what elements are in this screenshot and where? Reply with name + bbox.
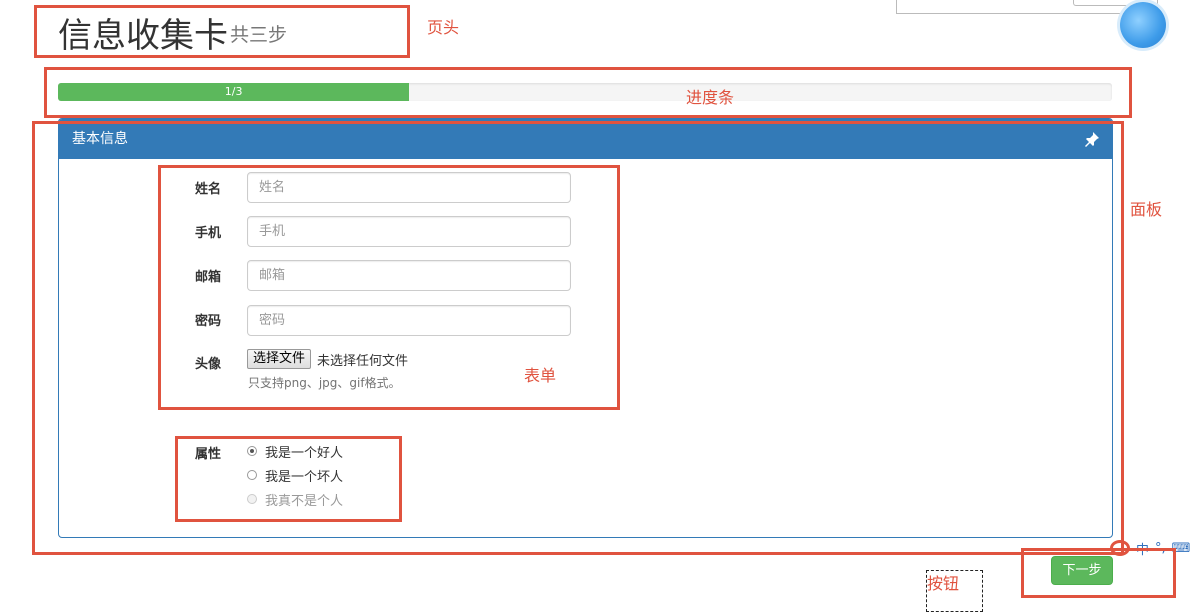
name-input[interactable] bbox=[247, 172, 571, 203]
annotation-label-button: 按钮 bbox=[927, 574, 960, 593]
progress-fill: 1/3 bbox=[58, 83, 410, 101]
page-subtitle: 共三步 bbox=[230, 24, 288, 46]
floating-toolbar bbox=[896, 0, 1158, 14]
radio-option-not-human: 我真不是个人 bbox=[247, 490, 344, 509]
ime-toolbar: 中 °, ⌨ bbox=[1110, 537, 1190, 559]
email-label: 邮箱 bbox=[195, 270, 222, 285]
radio-label: 我是一个好人 bbox=[265, 445, 344, 461]
panel-title: 基本信息 bbox=[72, 131, 128, 147]
ime-logo-icon[interactable] bbox=[1110, 540, 1130, 556]
radio-disabled-icon bbox=[247, 494, 257, 504]
progress-bar: 1/3 bbox=[58, 83, 1112, 101]
annotation-label-panel: 面板 bbox=[1130, 200, 1163, 219]
attribute-label: 属性 bbox=[195, 447, 222, 462]
name-label: 姓名 bbox=[195, 182, 222, 197]
annotation-label-header: 页头 bbox=[427, 18, 460, 37]
floating-toolbar-tab[interactable] bbox=[1073, 0, 1137, 6]
file-status: 未选择任何文件 bbox=[317, 354, 409, 369]
annotation-label-form: 表单 bbox=[524, 366, 557, 385]
ime-language[interactable]: 中 bbox=[1136, 539, 1149, 558]
pin-icon[interactable] bbox=[1084, 131, 1100, 147]
radio-label: 我真不是个人 bbox=[265, 493, 344, 509]
password-input[interactable] bbox=[247, 305, 571, 336]
ime-punctuation[interactable]: °, bbox=[1155, 541, 1166, 556]
radio-label: 我是一个坏人 bbox=[265, 469, 344, 485]
phone-label: 手机 bbox=[195, 226, 222, 241]
keyboard-icon[interactable]: ⌨ bbox=[1172, 541, 1191, 556]
email-input[interactable] bbox=[247, 260, 571, 291]
avatar-label: 头像 bbox=[195, 357, 222, 372]
phone-input[interactable] bbox=[247, 216, 571, 247]
radio-checked-icon[interactable] bbox=[247, 446, 257, 456]
page-title: 信息收集卡 bbox=[58, 16, 228, 56]
radio-option-bad[interactable]: 我是一个坏人 bbox=[247, 466, 344, 485]
password-label: 密码 bbox=[195, 314, 222, 329]
avatar-help-text: 只支持png、jpg、gif格式。 bbox=[248, 376, 401, 390]
choose-file-button[interactable]: 选择文件 bbox=[247, 349, 312, 369]
radio-unchecked-icon[interactable] bbox=[247, 470, 257, 480]
annotation-label-progress: 进度条 bbox=[686, 88, 735, 107]
radio-option-good[interactable]: 我是一个好人 bbox=[247, 442, 344, 461]
panel-heading: 基本信息 bbox=[59, 119, 1112, 159]
next-step-button[interactable]: 下一步 bbox=[1051, 556, 1113, 585]
assistant-ball-icon[interactable] bbox=[1120, 2, 1166, 48]
